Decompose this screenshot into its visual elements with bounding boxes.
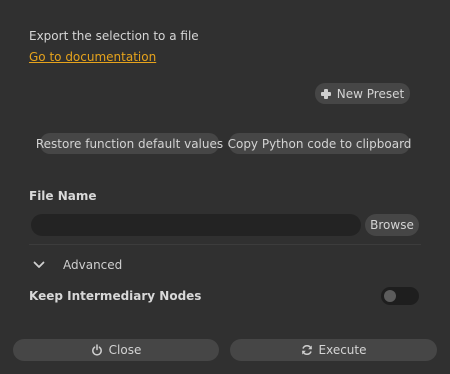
close-label: Close xyxy=(108,343,142,357)
keep-intermediary-label: Keep Intermediary Nodes xyxy=(29,289,202,303)
section-divider xyxy=(29,244,421,245)
new-preset-label: New Preset xyxy=(336,86,405,101)
copy-python-label: Copy Python code to clipboard xyxy=(227,136,412,151)
file-name-input[interactable] xyxy=(31,214,361,236)
keep-intermediary-toggle[interactable] xyxy=(381,287,419,305)
documentation-link[interactable]: Go to documentation xyxy=(29,50,156,64)
restore-defaults-button[interactable]: Restore function default values xyxy=(36,133,223,154)
refresh-icon xyxy=(301,344,313,356)
restore-defaults-label: Restore function default values xyxy=(35,136,224,151)
chevron-down-icon xyxy=(29,255,49,275)
browse-label: Browse xyxy=(370,218,414,232)
copy-python-button[interactable]: Copy Python code to clipboard xyxy=(227,133,412,154)
plus-icon xyxy=(320,88,331,99)
advanced-section-toggle[interactable]: Advanced xyxy=(29,255,122,275)
advanced-label: Advanced xyxy=(63,258,123,272)
browse-button[interactable]: Browse xyxy=(365,214,419,236)
export-description: Export the selection to a file xyxy=(29,29,199,43)
toggle-knob xyxy=(384,290,396,302)
execute-button[interactable]: Execute xyxy=(230,339,437,361)
close-button[interactable]: Close xyxy=(13,339,219,361)
file-name-label: File Name xyxy=(29,189,97,203)
execute-label: Execute xyxy=(318,343,367,357)
new-preset-button[interactable]: New Preset xyxy=(315,83,410,104)
power-icon xyxy=(91,344,103,356)
